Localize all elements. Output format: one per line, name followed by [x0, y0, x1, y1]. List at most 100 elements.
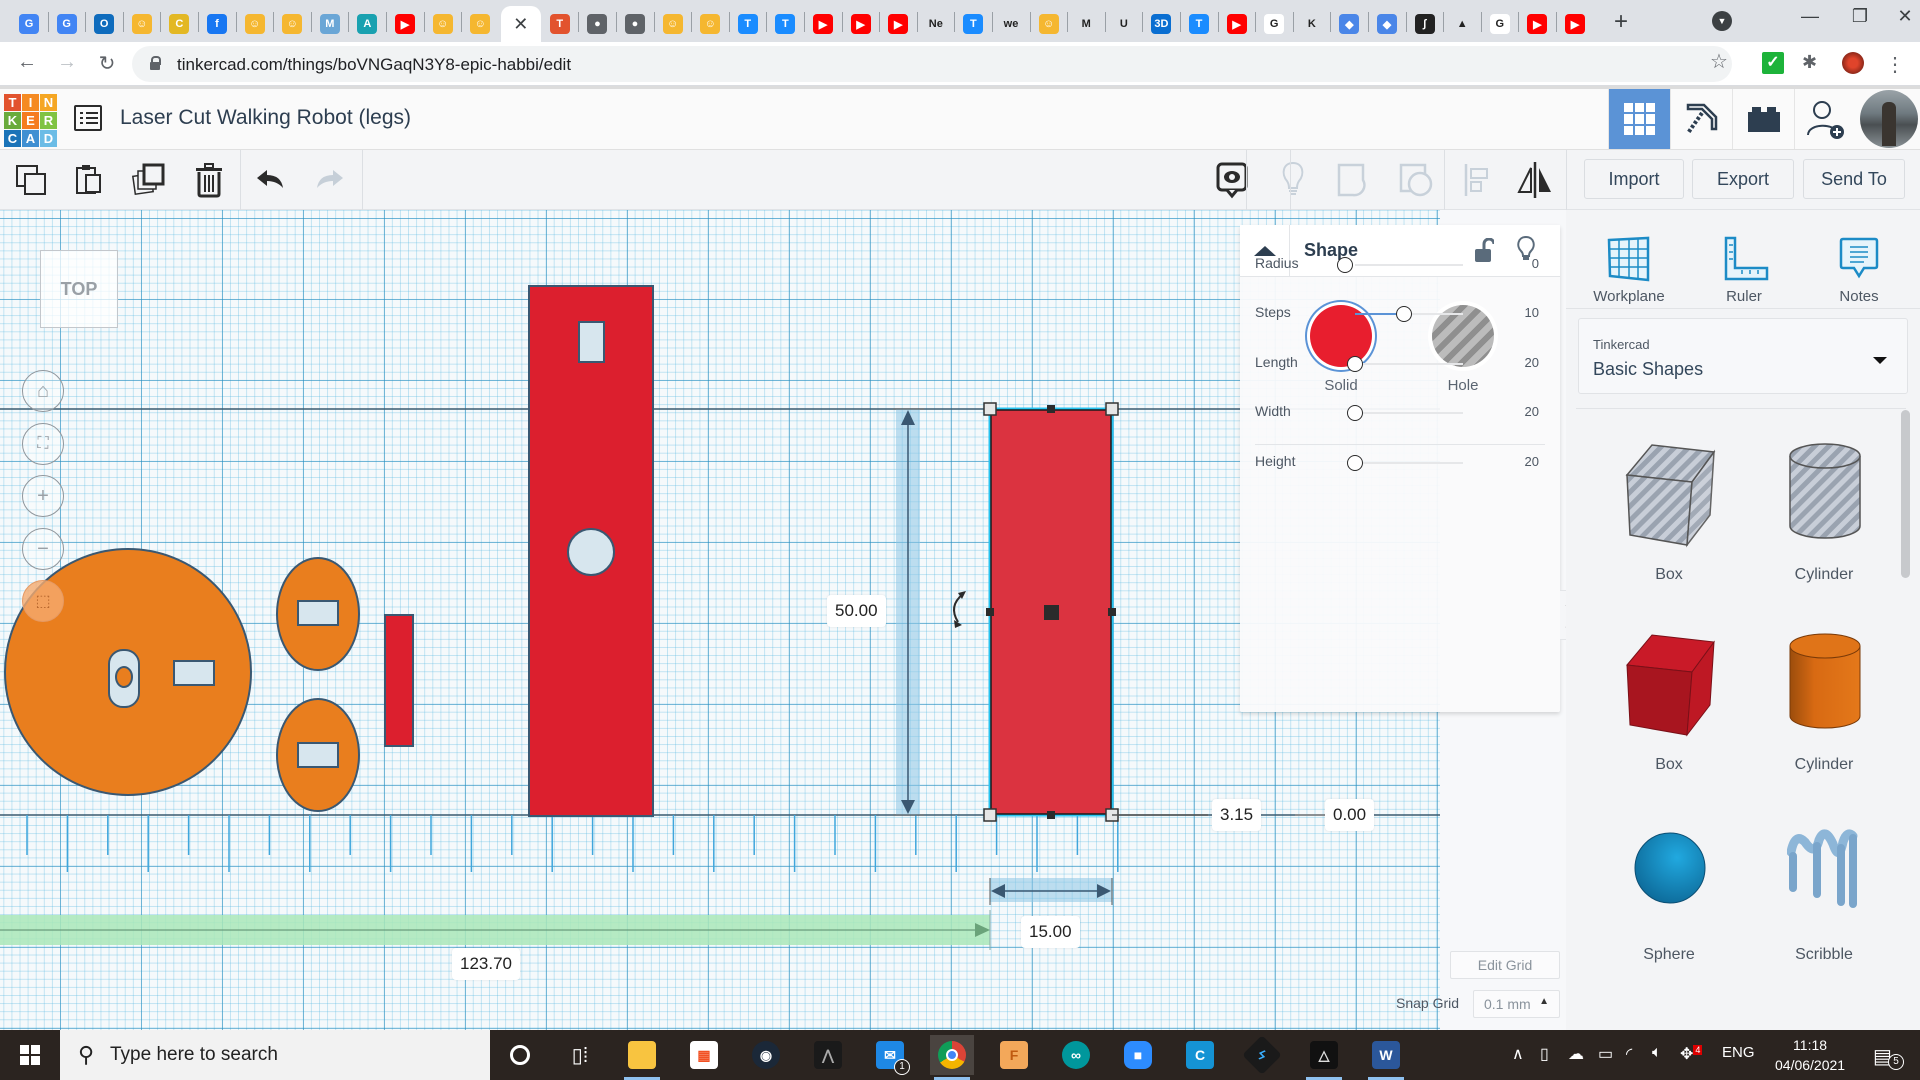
- browser-tab[interactable]: ▶: [1520, 6, 1554, 42]
- shape-cylinder-hole[interactable]: Cylinder: [1749, 430, 1899, 610]
- z-offset-input[interactable]: 0.00: [1325, 799, 1375, 831]
- zoom-in-button[interactable]: +: [22, 475, 64, 517]
- align-button[interactable]: [1448, 150, 1506, 210]
- taskbar-file-explorer[interactable]: [620, 1035, 664, 1080]
- shapes-scrollbar[interactable]: [1901, 410, 1910, 578]
- undo-button[interactable]: [242, 150, 300, 210]
- bricks-view-button[interactable]: [1732, 89, 1794, 149]
- slider-knob[interactable]: [1395, 306, 1412, 322]
- browser-tab[interactable]: ☺: [656, 6, 690, 42]
- send-to-button[interactable]: Send To: [1803, 159, 1905, 199]
- ruler-tool[interactable]: Ruler: [1689, 220, 1799, 310]
- dropbox-icon[interactable]: ✥ 4: [1680, 1044, 1703, 1064]
- shape-scribble[interactable]: Scribble: [1749, 810, 1899, 990]
- browser-tab[interactable]: O: [87, 6, 121, 42]
- taskbar-fusion360[interactable]: F: [992, 1035, 1036, 1075]
- taskbar-mail[interactable]: ✉ 1: [868, 1035, 912, 1075]
- design-list-icon[interactable]: [74, 105, 102, 131]
- browser-tab[interactable]: ☺: [426, 6, 460, 42]
- browser-tab[interactable]: ☺: [1032, 6, 1066, 42]
- property-slider[interactable]: [1347, 455, 1463, 471]
- group-button[interactable]: [1325, 150, 1383, 210]
- browser-tab[interactable]: T: [1182, 6, 1216, 42]
- battery-icon[interactable]: ▭: [1598, 1044, 1613, 1064]
- onedrive-cloud-icon[interactable]: ☁: [1568, 1044, 1584, 1064]
- taskbar-arduino[interactable]: ∞: [1054, 1035, 1098, 1075]
- property-value[interactable]: 20: [1525, 355, 1539, 370]
- delete-button[interactable]: [180, 150, 238, 210]
- workplane-tool[interactable]: Workplane: [1574, 220, 1684, 310]
- browser-tab[interactable]: ☺: [463, 6, 497, 42]
- tinkercad-logo[interactable]: TIN KER CAD: [4, 94, 57, 147]
- back-button[interactable]: ←: [12, 51, 42, 74]
- property-value[interactable]: 20: [1525, 404, 1539, 419]
- browser-tab[interactable]: ☺: [125, 6, 159, 42]
- property-slider[interactable]: [1347, 405, 1463, 421]
- taskbar-chrome[interactable]: [930, 1035, 974, 1080]
- browser-tab[interactable]: G: [12, 6, 46, 42]
- property-value[interactable]: 0: [1532, 256, 1539, 271]
- browser-tab[interactable]: U: [1107, 6, 1141, 42]
- close-window-button[interactable]: ✕: [1885, 6, 1920, 27]
- snap-grid-select[interactable]: 0.1 mm ▲: [1473, 990, 1560, 1018]
- browser-tab[interactable]: we: [994, 6, 1028, 42]
- slider-knob[interactable]: [1337, 257, 1353, 273]
- invite-user-button[interactable]: [1794, 89, 1856, 149]
- browser-tab[interactable]: M: [313, 6, 347, 42]
- taskbar-clock[interactable]: 11:18 04/06/2021: [1775, 1035, 1845, 1075]
- wifi-icon[interactable]: ◜: [1626, 1044, 1632, 1064]
- import-button[interactable]: Import: [1584, 159, 1684, 199]
- notes-toggle-button[interactable]: [1203, 150, 1261, 210]
- shape-cylinder[interactable]: Cylinder: [1749, 620, 1899, 800]
- browser-tab[interactable]: G: [1257, 6, 1291, 42]
- shape-box-hole[interactable]: Box: [1594, 430, 1744, 610]
- browser-profile-avatar[interactable]: [1842, 52, 1864, 74]
- property-value[interactable]: 10: [1525, 305, 1539, 320]
- tray-overflow-chevron[interactable]: ∧: [1512, 1044, 1524, 1064]
- minimize-button[interactable]: —: [1790, 6, 1830, 27]
- tab-search-button[interactable]: ▼: [1712, 11, 1732, 31]
- redo-button[interactable]: [300, 150, 358, 210]
- user-avatar[interactable]: [1860, 90, 1918, 148]
- browser-tab[interactable]: ▶: [806, 6, 840, 42]
- x-offset-input[interactable]: 123.70: [452, 948, 520, 980]
- slider-knob[interactable]: [1347, 356, 1363, 372]
- browser-tab[interactable]: f: [200, 6, 234, 42]
- browser-tab[interactable]: A: [350, 6, 384, 42]
- restore-button[interactable]: ❐: [1840, 6, 1880, 27]
- paste-button[interactable]: [60, 150, 118, 210]
- view-cube-top[interactable]: TOP: [40, 250, 118, 328]
- browser-tab[interactable]: ▶: [388, 6, 422, 42]
- shape-box[interactable]: Box: [1594, 620, 1744, 800]
- browser-tab[interactable]: C: [162, 6, 196, 42]
- home-view-button[interactable]: ⌂: [22, 370, 64, 412]
- taskbar-lightburn[interactable]: ϟ: [1240, 1035, 1284, 1075]
- property-slider[interactable]: [1355, 306, 1463, 322]
- address-bar[interactable]: tinkercad.com/things/boVNGaqN3Y8-epic-ha…: [132, 46, 1732, 82]
- zoom-out-button[interactable]: −: [22, 528, 64, 570]
- taskbar-cura[interactable]: C: [1178, 1035, 1222, 1075]
- browser-tab[interactable]: ◆: [1332, 6, 1366, 42]
- length-dimension-input[interactable]: 50.00: [827, 595, 886, 627]
- phone-link-icon[interactable]: ▯: [1540, 1044, 1549, 1064]
- notes-tool[interactable]: Notes: [1804, 220, 1914, 310]
- elevation-input[interactable]: 3.15: [1212, 799, 1262, 831]
- browser-tab[interactable]: K: [1295, 6, 1329, 42]
- shape-library-dropdown[interactable]: Tinkercad Basic Shapes: [1578, 318, 1908, 394]
- checkmark-extension-icon[interactable]: ✓: [1762, 52, 1784, 74]
- browser-tab[interactable]: ▲: [1445, 6, 1479, 42]
- mirror-button[interactable]: [1506, 150, 1564, 210]
- 3d-design-view-button[interactable]: [1608, 89, 1670, 149]
- browser-tab[interactable]: G: [50, 6, 84, 42]
- task-view-button[interactable]: ▯⁞: [558, 1035, 602, 1075]
- show-all-button[interactable]: [1264, 150, 1322, 210]
- bookmark-star-icon[interactable]: ☆: [1710, 49, 1728, 74]
- browser-tab[interactable]: T: [956, 6, 990, 42]
- browser-tab[interactable]: T: [543, 6, 577, 42]
- close-tab-icon[interactable]: ✕: [513, 14, 528, 35]
- browser-tab[interactable]: ◆: [1370, 6, 1404, 42]
- browser-menu-icon[interactable]: ⋮: [1884, 52, 1906, 76]
- browser-tab[interactable]: ☺: [693, 6, 727, 42]
- perspective-toggle-button[interactable]: ⬚: [22, 580, 64, 622]
- browser-tab[interactable]: ●: [580, 6, 614, 42]
